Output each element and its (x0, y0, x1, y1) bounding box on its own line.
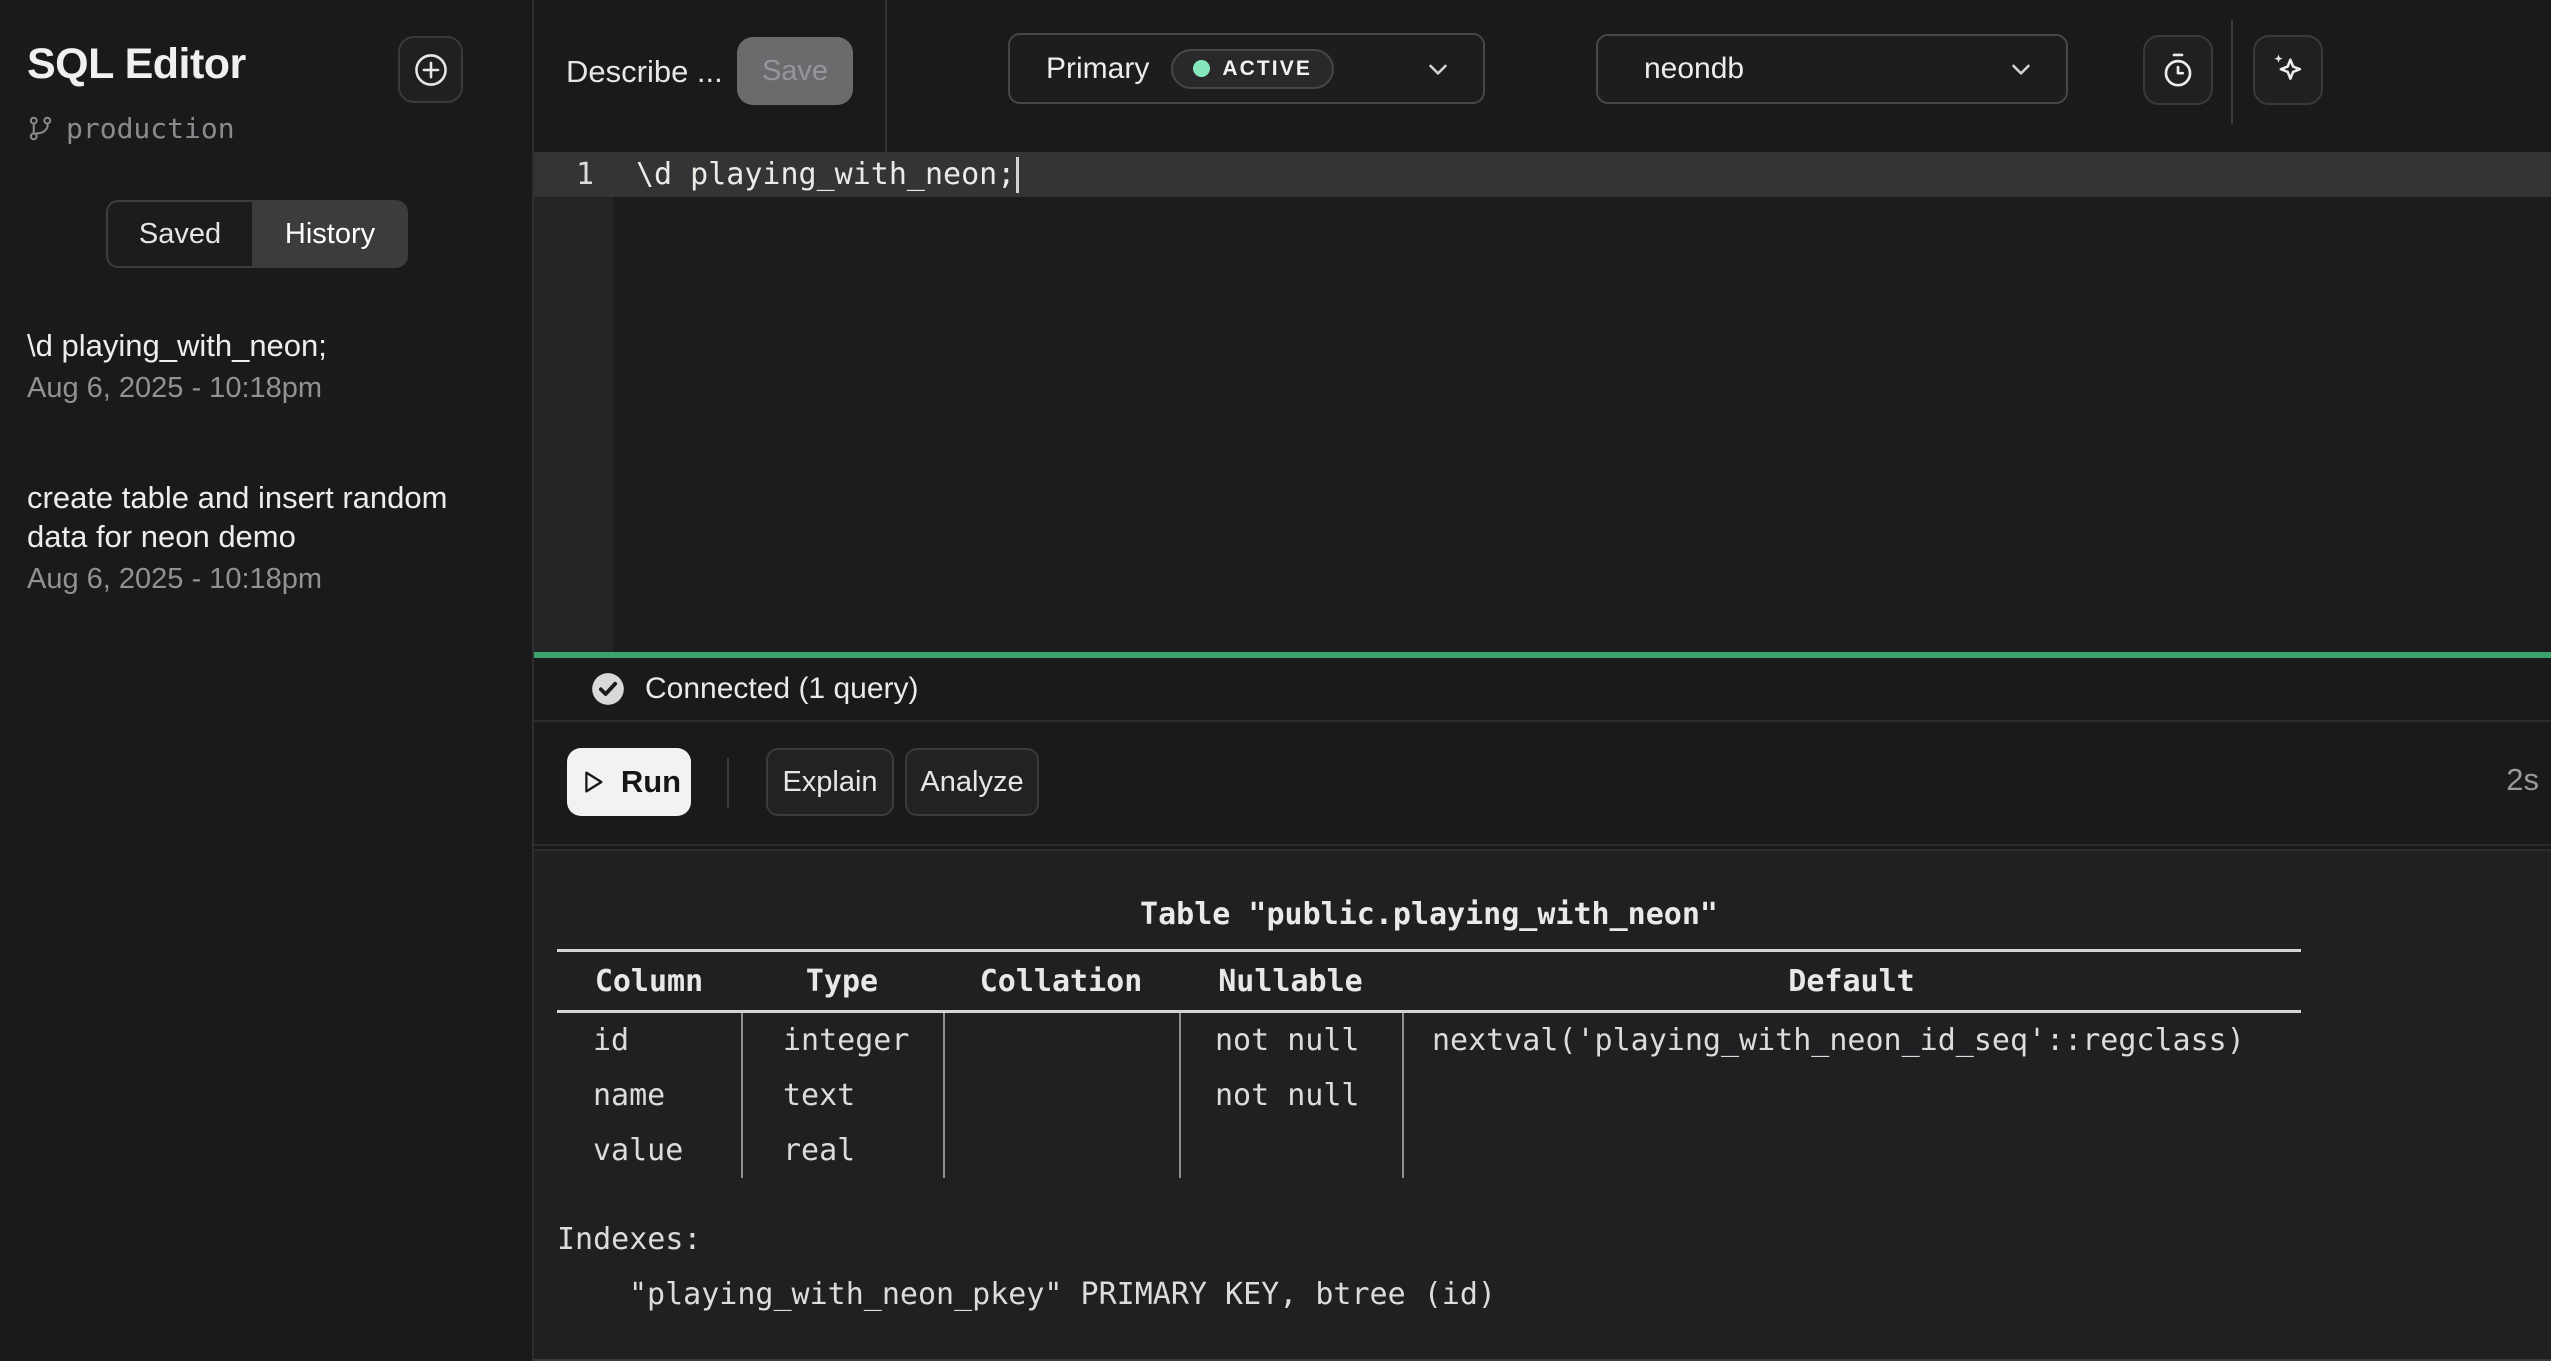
editor-gutter (534, 152, 614, 652)
sql-editor-app: SQL Editor production Saved Histor (0, 0, 2551, 1361)
git-branch-icon (27, 115, 54, 142)
editor-toolbar: Describe ... Save Primary ACTIVE neondb (534, 0, 2551, 152)
run-button[interactable]: Run (567, 748, 691, 816)
page-title: SQL Editor (27, 40, 246, 89)
table-row: id integer not null nextval('playing_wit… (557, 1013, 2301, 1068)
toolbar-divider (885, 0, 887, 152)
sidebar: SQL Editor production Saved Histor (0, 0, 534, 1361)
cell-collation (943, 1123, 1179, 1178)
sparkles-icon (2269, 51, 2307, 89)
code-editor[interactable]: 1 \d playing_with_neon; (534, 152, 2551, 652)
history-item-date: Aug 6, 2025 - 10:18pm (27, 372, 499, 405)
run-button-label: Run (621, 764, 681, 800)
cell-type: text (741, 1068, 943, 1123)
cell-default (1402, 1123, 2301, 1178)
result-table-title: Table "public.playing_with_neon" (557, 897, 2301, 939)
column-header: Default (1402, 964, 2301, 999)
check-circle-icon (589, 670, 627, 708)
toolbar-divider (2231, 20, 2233, 124)
active-badge-label: ACTIVE (1222, 57, 1312, 81)
query-actions-bar: Run Explain Analyze 2s (534, 722, 2551, 846)
plus-circle-icon (412, 51, 450, 89)
cell-type: integer (741, 1013, 943, 1068)
tab-saved-label: Saved (139, 218, 221, 251)
table-row: value real (557, 1123, 2301, 1178)
line-number: 1 (534, 157, 614, 192)
history-item[interactable]: \d playing_with_neon; Aug 6, 2025 - 10:1… (27, 326, 499, 405)
analyze-button[interactable]: Analyze (905, 748, 1039, 816)
tab-history-label: History (285, 218, 375, 251)
branch-indicator: production (27, 112, 235, 145)
saved-history-tabs: Saved History (106, 200, 408, 268)
connection-status-text: Connected (1 query) (645, 672, 919, 706)
play-icon (577, 767, 607, 797)
column-header: Collation (943, 964, 1179, 999)
cell-type: real (741, 1123, 943, 1178)
save-button[interactable]: Save (737, 37, 853, 105)
index-entry: "playing_with_neon_pkey" PRIMARY KEY, bt… (557, 1267, 2301, 1322)
text-cursor (1016, 157, 1019, 193)
tab-history[interactable]: History (252, 200, 408, 268)
history-item-title: create table and insert random data for … (27, 478, 499, 556)
history-item-date: Aug 6, 2025 - 10:18pm (27, 563, 499, 596)
indexes-label: Indexes: (557, 1212, 2301, 1267)
explain-button[interactable]: Explain (766, 748, 894, 816)
branch-selector[interactable]: Primary ACTIVE (1008, 33, 1485, 104)
connection-status-bar: Connected (1 query) (534, 658, 2551, 722)
cell-collation (943, 1068, 1179, 1123)
column-header: Type (741, 964, 943, 999)
table-header-row: Column Type Collation Nullable Default (557, 952, 2301, 1010)
cell-nullable: not null (1179, 1068, 1402, 1123)
new-query-button[interactable] (398, 36, 463, 103)
query-history-timer-button[interactable] (2143, 35, 2213, 105)
editor-active-line[interactable]: 1 \d playing_with_neon; (534, 152, 2551, 197)
query-name[interactable]: Describe ... (566, 54, 723, 90)
table-body: id integer not null nextval('playing_wit… (557, 1013, 2301, 1178)
query-duration: 2s (2506, 762, 2539, 798)
history-item-title: \d playing_with_neon; (27, 326, 499, 365)
psql-output: Table "public.playing_with_neon" Column … (557, 897, 2301, 1322)
cell-column: value (557, 1123, 741, 1178)
results-panel: Table "public.playing_with_neon" Column … (534, 849, 2551, 1361)
tab-saved[interactable]: Saved (106, 200, 252, 268)
cell-nullable (1179, 1123, 1402, 1178)
indexes-section: Indexes: "playing_with_neon_pkey" PRIMAR… (557, 1212, 2301, 1322)
branch-name: production (66, 112, 235, 145)
cell-default (1402, 1068, 2301, 1123)
database-selector[interactable]: neondb (1596, 34, 2068, 104)
status-badge: ACTIVE (1171, 49, 1334, 89)
actions-divider (727, 758, 729, 808)
history-item[interactable]: create table and insert random data for … (27, 478, 499, 596)
cell-nullable: not null (1179, 1013, 1402, 1068)
code-line: \d playing_with_neon; (614, 157, 1015, 192)
active-dot-icon (1193, 60, 1210, 77)
column-header: Nullable (1179, 964, 1402, 999)
column-header: Column (557, 964, 741, 999)
chevron-down-icon (1423, 54, 1453, 84)
chevron-down-icon (2006, 54, 2036, 84)
ai-assist-button[interactable] (2253, 35, 2323, 105)
stopwatch-icon (2159, 51, 2197, 89)
cell-column: name (557, 1068, 741, 1123)
branch-selector-value: Primary (1046, 52, 1149, 86)
cell-collation (943, 1013, 1179, 1068)
table-row: name text not null (557, 1068, 2301, 1123)
cell-column: id (557, 1013, 741, 1068)
main-panel: Describe ... Save Primary ACTIVE neondb (534, 0, 2551, 1361)
cell-default: nextval('playing_with_neon_id_seq'::regc… (1402, 1013, 2301, 1068)
database-selector-value: neondb (1644, 52, 1744, 86)
